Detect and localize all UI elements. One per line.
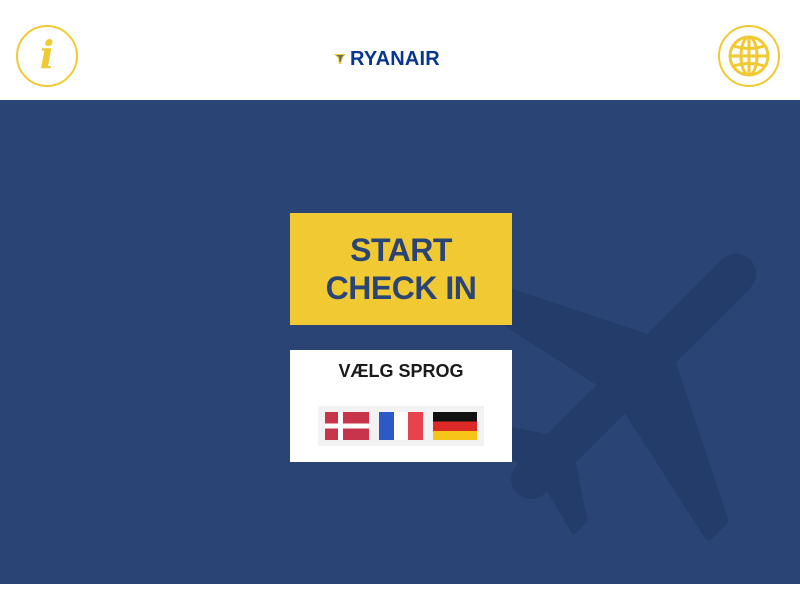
airplane-watermark-icon [470,253,757,540]
start-check-in-button[interactable]: START CHECK IN [290,213,512,325]
ryanair-logo: RYANAIR [333,48,440,70]
flag-row [318,406,484,446]
header: i RYANAIR [0,0,800,100]
language-selector: VÆLG SPROG [290,350,512,462]
harp-icon [334,54,346,64]
start-label: START [350,232,452,268]
german-flag-icon[interactable] [433,412,477,440]
language-globe-button[interactable] [718,25,780,87]
logo-text: RYANAIR [350,47,440,70]
language-selector-title: VÆLG SPROG [338,361,464,381]
french-flag-icon[interactable] [379,412,423,440]
main-panel: START CHECK IN VÆLG SPROG [0,100,800,584]
info-icon: i [39,32,55,77]
footer [0,584,800,600]
check-in-label: CHECK IN [325,270,477,306]
danish-flag-icon[interactable] [325,412,369,440]
info-button[interactable]: i [16,25,78,87]
globe-icon [728,35,770,77]
